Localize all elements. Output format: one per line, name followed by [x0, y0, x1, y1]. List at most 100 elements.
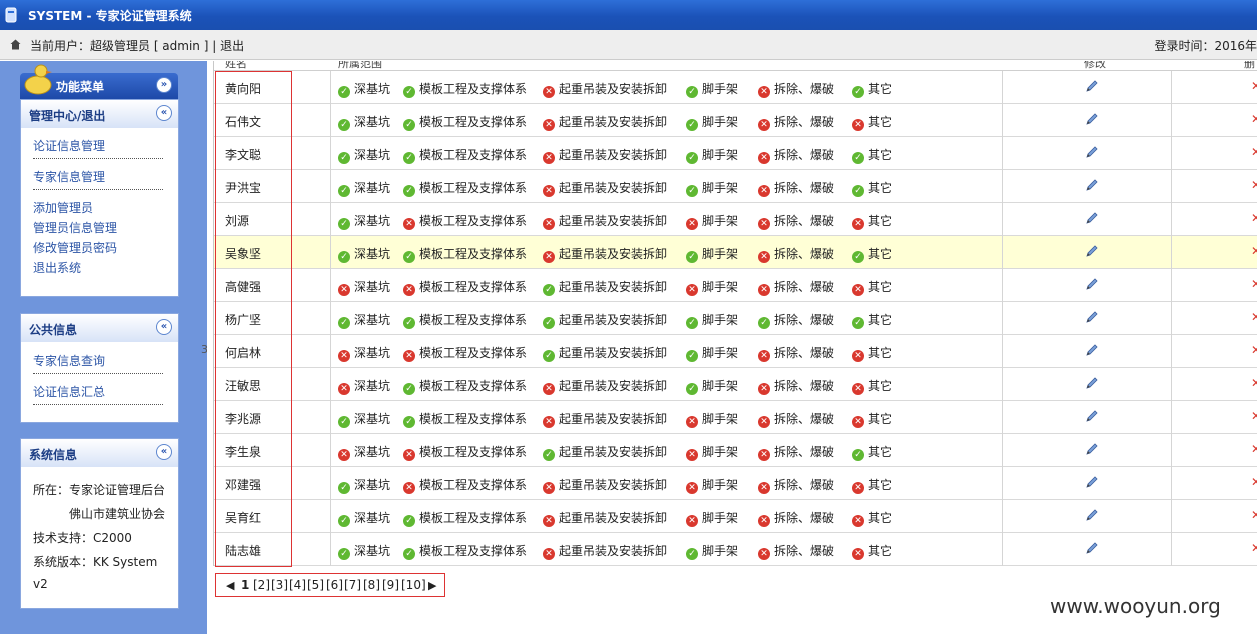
delete-icon[interactable]: ✕ — [1251, 442, 1257, 456]
next-page-icon[interactable]: ▶ — [428, 579, 436, 592]
delete-icon[interactable]: ✕ — [1251, 145, 1257, 159]
edit-pencil-icon[interactable] — [1085, 244, 1099, 258]
page-link[interactable]: [3] — [271, 578, 288, 592]
table-row: 高健强 ✕ 深基坑 ✕ 模板工程及支撑体系 ✓ 起重吊装及安装拆卸 ✕ 脚手架 ✕ 拆除、爆破 ✕ 其它… — [214, 269, 1257, 302]
delete-icon[interactable]: ✕ — [1251, 211, 1257, 225]
edit-pencil-icon[interactable] — [1085, 409, 1099, 423]
check-icon: ✓ — [403, 416, 415, 428]
column-divider — [330, 302, 331, 335]
delete-icon[interactable]: ✕ — [1251, 178, 1257, 192]
check-icon: ✓ — [403, 515, 415, 527]
table-row: 尹洪宝 ✓ 深基坑 ✓ 模板工程及支撑体系 ✕ 起重吊装及安装拆卸 ✓ 脚手架 ✕ 拆除、爆破 ✓ 其它… — [214, 170, 1257, 203]
delete-icon[interactable]: ✕ — [1251, 244, 1257, 258]
edit-pencil-icon[interactable] — [1085, 310, 1099, 324]
edit-pencil-icon[interactable] — [1085, 145, 1099, 159]
scope-label: 深基坑 — [354, 115, 391, 129]
collapse-panel-icon[interactable]: « — [156, 444, 172, 460]
scope-item-deep-pit: ✕ 深基坑 — [338, 377, 390, 395]
column-divider — [1171, 500, 1172, 533]
edit-pencil-icon[interactable] — [1085, 178, 1099, 192]
link-argument-info[interactable]: 论证信息管理 — [33, 137, 105, 154]
scope-label: 起重吊装及安装拆卸 — [559, 346, 668, 360]
link-expert-query[interactable]: 专家信息查询 — [33, 352, 105, 369]
cross-icon: ✕ — [758, 449, 770, 461]
scope-label: 拆除、爆破 — [774, 478, 835, 492]
page-link[interactable]: [10] — [401, 578, 426, 592]
cross-icon: ✕ — [758, 86, 770, 98]
column-divider — [330, 500, 331, 533]
link-logout[interactable]: 退出系统 — [33, 259, 81, 276]
scope-item-scaffold: ✕ 脚手架 — [686, 476, 738, 494]
scope-item-deep-pit: ✓ 深基坑 — [338, 113, 390, 131]
scope-label: 拆除、爆破 — [774, 181, 835, 195]
page-link[interactable]: [6] — [326, 578, 343, 592]
scope-label: 深基坑 — [354, 379, 391, 393]
link-change-password[interactable]: 修改管理员密码 — [33, 239, 117, 256]
edit-pencil-icon[interactable] — [1085, 211, 1099, 225]
scope-label: 其它 — [868, 445, 893, 459]
delete-icon[interactable]: ✕ — [1251, 475, 1257, 489]
delete-icon[interactable]: ✕ — [1251, 310, 1257, 324]
page-link[interactable]: [7] — [344, 578, 361, 592]
scope-label: 拆除、爆破 — [774, 511, 835, 525]
check-icon: ✓ — [686, 251, 698, 263]
column-divider — [1002, 302, 1003, 335]
prev-page-icon[interactable]: ◀ — [226, 579, 234, 592]
collapse-panel-icon[interactable]: « — [156, 105, 172, 121]
delete-icon[interactable]: ✕ — [1251, 343, 1257, 357]
scope-label: 深基坑 — [354, 247, 391, 261]
edit-pencil-icon[interactable] — [1085, 541, 1099, 555]
delete-icon[interactable]: ✕ — [1251, 376, 1257, 390]
edit-pencil-icon[interactable] — [1085, 277, 1099, 291]
collapse-menu-icon[interactable]: » — [156, 77, 172, 93]
edit-pencil-icon[interactable] — [1085, 442, 1099, 456]
check-icon: ✓ — [852, 152, 864, 164]
page-link[interactable]: [9] — [382, 578, 399, 592]
cross-icon: ✕ — [686, 284, 698, 296]
link-admin-info[interactable]: 管理员信息管理 — [33, 219, 117, 236]
edit-pencil-icon[interactable] — [1085, 508, 1099, 522]
page-link[interactable]: [5] — [307, 578, 324, 592]
scope-label: 起重吊装及安装拆卸 — [559, 412, 668, 426]
check-icon: ✓ — [686, 383, 698, 395]
edit-pencil-icon[interactable] — [1085, 475, 1099, 489]
header-scope: 所属范围 — [338, 61, 382, 70]
collapse-panel-icon[interactable]: « — [156, 319, 172, 335]
title-bar: SYSTEM - 专家论证管理系统 — [0, 0, 1257, 30]
page-link[interactable]: [2] — [253, 578, 270, 592]
cross-icon: ✕ — [686, 416, 698, 428]
delete-icon[interactable]: ✕ — [1251, 277, 1257, 291]
delete-icon[interactable]: ✕ — [1251, 508, 1257, 522]
cross-icon: ✕ — [338, 350, 350, 362]
scope-item-scaffold: ✓ 脚手架 — [686, 113, 738, 131]
edit-pencil-icon[interactable] — [1085, 343, 1099, 357]
scope-item-demolition: ✓ 拆除、爆破 — [758, 311, 834, 329]
scope-item-hoisting: ✕ 起重吊装及安装拆卸 — [543, 476, 667, 494]
cross-icon: ✕ — [403, 284, 415, 296]
edit-pencil-icon[interactable] — [1085, 112, 1099, 126]
link-argument-summary[interactable]: 论证信息汇总 — [33, 383, 105, 400]
scope-label: 脚手架 — [702, 379, 739, 393]
cross-icon: ✕ — [758, 515, 770, 527]
home-icon[interactable] — [10, 39, 21, 50]
page-link[interactable]: [8] — [363, 578, 380, 592]
cross-icon: ✕ — [338, 284, 350, 296]
edit-pencil-icon[interactable] — [1085, 376, 1099, 390]
link-expert-info[interactable]: 专家信息管理 — [33, 168, 105, 185]
edit-pencil-icon[interactable] — [1085, 79, 1099, 93]
link-add-admin[interactable]: 添加管理员 — [33, 199, 93, 216]
page-link[interactable]: [4] — [289, 578, 306, 592]
scope-label: 模板工程及支撑体系 — [419, 511, 528, 525]
scope-label: 深基坑 — [354, 280, 391, 294]
cross-icon: ✕ — [852, 119, 864, 131]
current-user-text[interactable]: 当前用户：超级管理员 [ admin ] | 退出 — [30, 37, 244, 54]
delete-icon[interactable]: ✕ — [1251, 541, 1257, 555]
delete-icon[interactable]: ✕ — [1251, 409, 1257, 423]
cross-icon: ✕ — [852, 416, 864, 428]
delete-icon[interactable]: ✕ — [1251, 112, 1257, 126]
delete-icon[interactable]: ✕ — [1251, 79, 1257, 93]
app-icon — [5, 7, 17, 23]
menu-mascot-icon — [24, 64, 52, 95]
scope-label: 其它 — [868, 313, 893, 327]
scope-label: 拆除、爆破 — [774, 544, 835, 558]
